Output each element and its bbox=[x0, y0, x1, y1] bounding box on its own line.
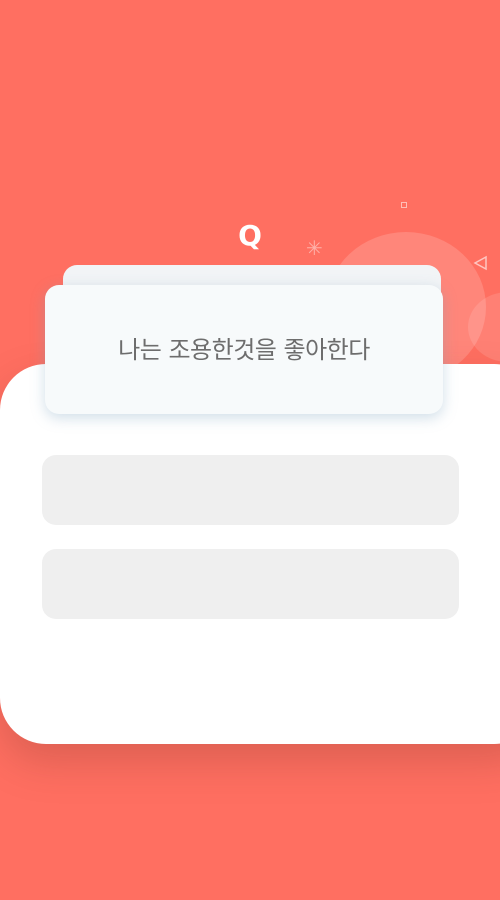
question-text: 나는 조용한것을 좋아한다 bbox=[118, 335, 370, 364]
question-marker: Q bbox=[238, 219, 262, 252]
quiz-screen: ✳ Q 나는 조용한것을 좋아한다 bbox=[0, 0, 500, 900]
square-outline-icon bbox=[401, 202, 407, 208]
answer-button-1[interactable] bbox=[42, 455, 459, 525]
answer-button-2[interactable] bbox=[42, 549, 459, 619]
question-card: 나는 조용한것을 좋아한다 bbox=[45, 285, 443, 414]
triangle-outline-icon bbox=[473, 255, 487, 271]
